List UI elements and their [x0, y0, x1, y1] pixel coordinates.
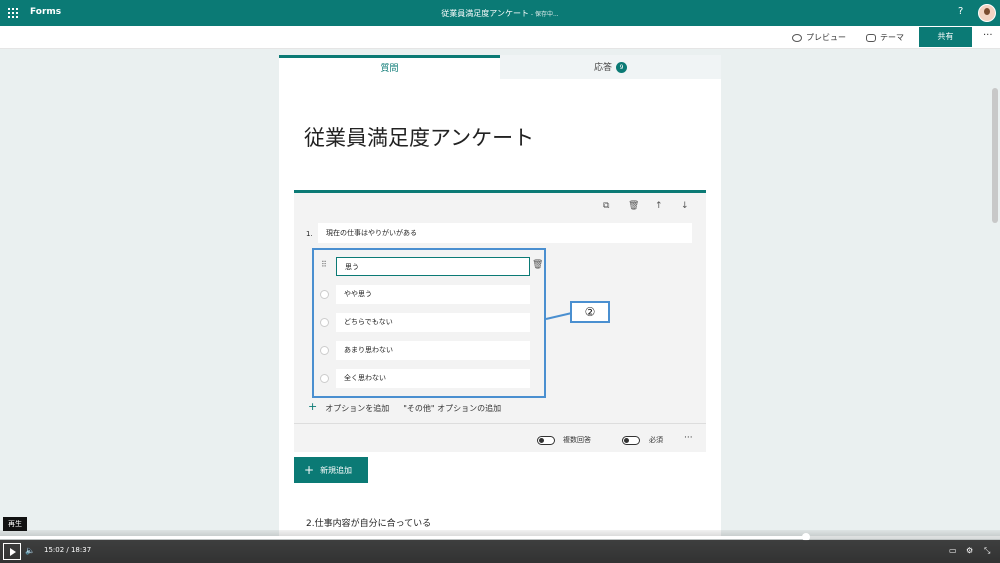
document-title: 従業員満足度アンケート - 保存中...	[0, 8, 1000, 19]
theme-label: テーマ	[880, 33, 904, 42]
avatar[interactable]	[978, 4, 996, 22]
saving-status: - 保存中...	[528, 11, 559, 18]
required-label: 必須	[649, 436, 663, 444]
copy-icon[interactable]: ⧉	[603, 201, 609, 211]
question-text-input[interactable]: 現在の仕事はやりがいがある	[318, 223, 692, 243]
question-2-title: 2.仕事内容が自分に合っている	[306, 519, 432, 529]
more-options-icon[interactable]: ···	[983, 30, 993, 41]
tab-responses-label: 応答	[593, 63, 612, 73]
add-option-row: + オプションを追加 "その他" オプションの追加	[308, 400, 501, 414]
preview-label: プレビュー	[806, 33, 846, 42]
callout-label: ②	[570, 301, 610, 323]
play-button[interactable]	[3, 543, 21, 560]
required-toggle[interactable]	[622, 436, 640, 445]
question-number: 1.	[306, 230, 313, 238]
theme-button[interactable]: テーマ	[866, 32, 904, 43]
plus-icon: +	[308, 400, 318, 413]
form-toolbar: プレビュー テーマ 共有 ···	[0, 26, 1000, 49]
tab-responses[interactable]: 応答 9	[500, 55, 721, 79]
settings-icon[interactable]: ⚙	[966, 546, 973, 555]
editor-tabs: 質問 応答 9	[279, 55, 721, 79]
document-title-text: 従業員満足度アンケート	[441, 9, 529, 18]
delete-question-icon[interactable]: 🗑	[628, 201, 639, 211]
question-card: ⧉ 🗑 ↑ ↓ 1. 現在の仕事はやりがいがある ⠿ 思う 🗑 やや思う どちら…	[294, 190, 706, 452]
eye-icon	[792, 33, 802, 42]
question-more-icon[interactable]: ···	[684, 433, 693, 443]
callout-pointer	[545, 312, 572, 320]
add-option-button[interactable]: オプションを追加	[325, 403, 389, 414]
app-header: Forms 従業員満足度アンケート - 保存中... ?	[0, 0, 1000, 26]
form-title[interactable]: 従業員満足度アンケート	[304, 122, 534, 152]
options-highlight-box	[312, 248, 546, 398]
volume-icon[interactable]: 🔈	[25, 546, 35, 555]
palette-icon	[866, 33, 876, 42]
move-up-icon[interactable]: ↑	[655, 201, 663, 211]
response-count-badge: 9	[616, 62, 627, 73]
tab-questions[interactable]: 質問	[279, 55, 500, 79]
multiple-answers-toggle[interactable]	[537, 436, 555, 445]
form-editor-panel: 質問 応答 9 従業員満足度アンケート ⧉ 🗑 ↑ ↓ 1. 現在の仕事はやりがい…	[279, 55, 721, 538]
play-tooltip: 再生	[3, 517, 27, 531]
help-icon[interactable]: ?	[958, 6, 963, 17]
move-down-icon[interactable]: ↓	[681, 201, 689, 211]
video-time: 15:02 / 18:37	[44, 546, 92, 554]
add-new-label: 新規追加	[320, 466, 353, 475]
multiple-answers-label: 複数回答	[563, 436, 591, 444]
share-button[interactable]: 共有	[919, 27, 972, 47]
add-new-button[interactable]: + 新規追加	[294, 457, 368, 483]
video-progress-fill	[0, 536, 806, 539]
card-divider	[294, 423, 706, 424]
fullscreen-exit-icon[interactable]: ⤡	[984, 546, 990, 556]
add-other-option-button[interactable]: "その他" オプションの追加	[403, 403, 501, 414]
preview-button[interactable]: プレビュー	[792, 32, 846, 43]
captions-icon[interactable]: ▭	[949, 546, 957, 555]
video-control-bar: 🔈 15:02 / 18:37 ▭ ⚙ ⤡	[0, 540, 1000, 563]
video-progress-bar[interactable]	[0, 533, 1000, 541]
page-scrollbar[interactable]	[992, 88, 998, 223]
plus-icon: +	[304, 463, 315, 477]
